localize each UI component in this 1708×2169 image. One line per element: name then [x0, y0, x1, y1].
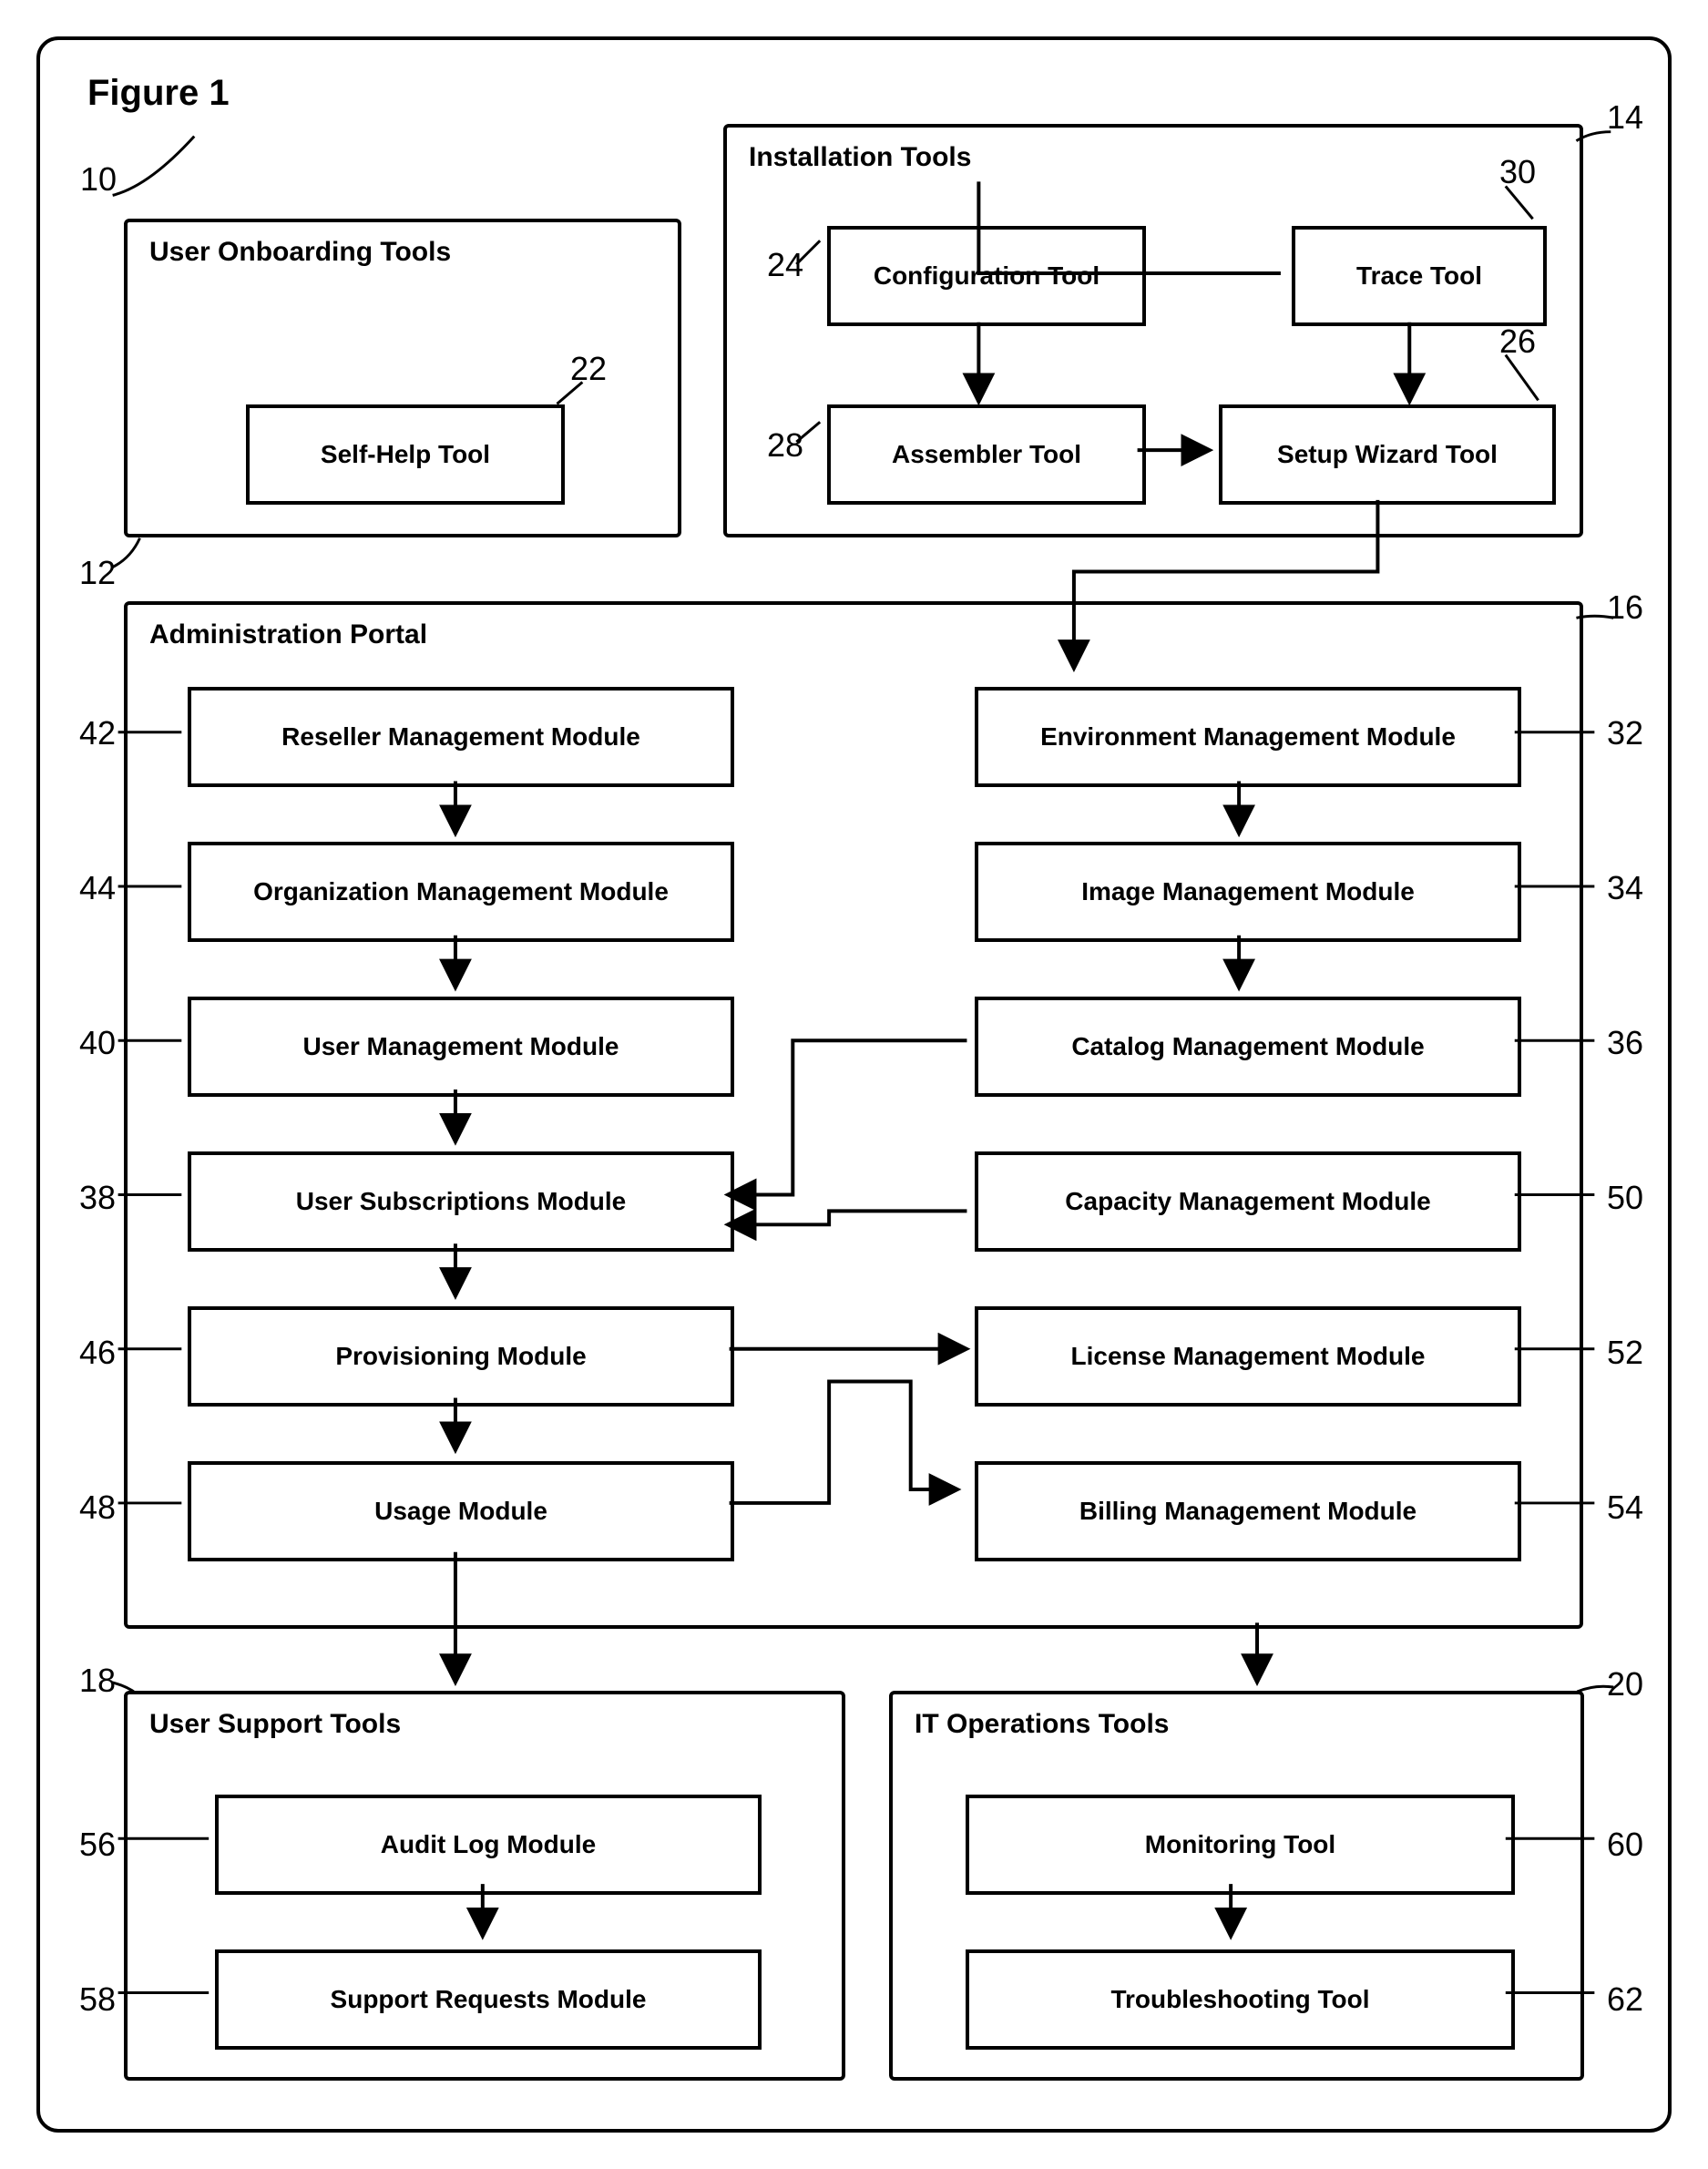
itops-panel: IT Operations Tools Monitoring Tool Trou…	[889, 1691, 1584, 2081]
ref-32: 32	[1607, 714, 1643, 752]
admin-panel: Administration Portal Reseller Managemen…	[124, 601, 1583, 1629]
ref-16: 16	[1607, 588, 1643, 627]
ref-26: 26	[1499, 322, 1536, 361]
itops-title: IT Operations Tools	[915, 1709, 1169, 1740]
ref-30: 30	[1499, 153, 1536, 191]
setupwizard-box: Setup Wizard Tool	[1219, 404, 1556, 505]
license-box: License Management Module	[975, 1306, 1521, 1407]
trace-box: Trace Tool	[1292, 226, 1547, 326]
ref-62: 62	[1607, 1980, 1643, 2019]
ref-20: 20	[1607, 1665, 1643, 1703]
trouble-box: Troubleshooting Tool	[966, 1949, 1515, 2050]
usersupport-title: User Support Tools	[149, 1709, 401, 1740]
org-box: Organization Management Module	[188, 842, 734, 942]
ref-42: 42	[79, 714, 116, 752]
admin-title: Administration Portal	[149, 619, 427, 650]
ref-52: 52	[1607, 1334, 1643, 1372]
ref-34: 34	[1607, 869, 1643, 907]
catalog-box: Catalog Management Module	[975, 997, 1521, 1097]
auditlog-box: Audit Log Module	[215, 1795, 762, 1895]
ref-58: 58	[79, 1980, 116, 2019]
imgmgmt-box: Image Management Module	[975, 842, 1521, 942]
ref-24: 24	[767, 246, 803, 284]
diagram-canvas: Figure 1 10 User Onboarding Tools Self-H…	[36, 36, 1672, 2133]
ref-46: 46	[79, 1334, 116, 1372]
ref-22: 22	[570, 350, 607, 388]
usermgmt-box: User Management Module	[188, 997, 734, 1097]
self-help-box: Self-Help Tool	[246, 404, 565, 505]
ref-12: 12	[79, 554, 116, 592]
installation-panel: Installation Tools Configuration Tool Tr…	[723, 124, 1583, 537]
ref-10: 10	[80, 160, 117, 199]
ref-44: 44	[79, 869, 116, 907]
onboarding-title: User Onboarding Tools	[149, 237, 451, 268]
config-box: Configuration Tool	[827, 226, 1146, 326]
envmgmt-box: Environment Management Module	[975, 687, 1521, 787]
usersubs-box: User Subscriptions Module	[188, 1151, 734, 1252]
monitoring-box: Monitoring Tool	[966, 1795, 1515, 1895]
reseller-box: Reseller Management Module	[188, 687, 734, 787]
ref-60: 60	[1607, 1826, 1643, 1864]
ref-14: 14	[1607, 98, 1643, 137]
ref-56: 56	[79, 1826, 116, 1864]
ref-40: 40	[79, 1024, 116, 1062]
ref-36: 36	[1607, 1024, 1643, 1062]
usage-box: Usage Module	[188, 1461, 734, 1561]
provisioning-box: Provisioning Module	[188, 1306, 734, 1407]
billing-box: Billing Management Module	[975, 1461, 1521, 1561]
figure-title: Figure 1	[87, 73, 230, 114]
ref-54: 54	[1607, 1489, 1643, 1527]
ref-18: 18	[79, 1662, 116, 1700]
capacity-box: Capacity Management Module	[975, 1151, 1521, 1252]
installation-title: Installation Tools	[749, 142, 971, 173]
ref-50: 50	[1607, 1179, 1643, 1217]
ref-48: 48	[79, 1489, 116, 1527]
ref-28: 28	[767, 426, 803, 465]
ref-38: 38	[79, 1179, 116, 1217]
supportreq-box: Support Requests Module	[215, 1949, 762, 2050]
assembler-box: Assembler Tool	[827, 404, 1146, 505]
usersupport-panel: User Support Tools Audit Log Module Supp…	[124, 1691, 845, 2081]
